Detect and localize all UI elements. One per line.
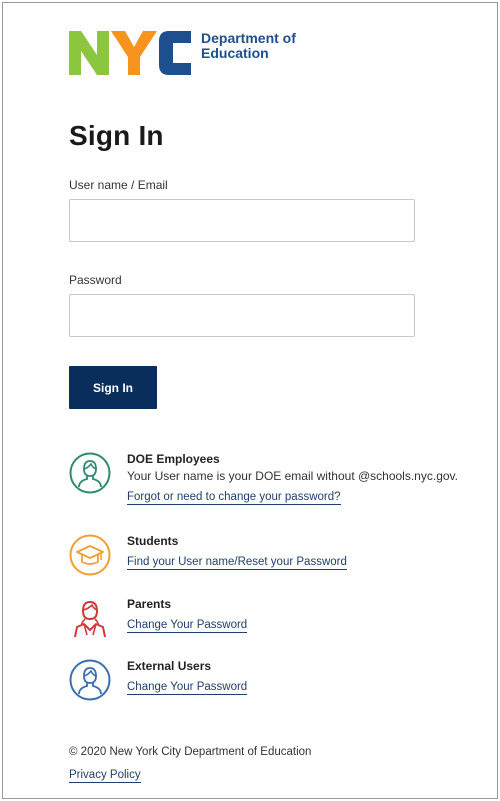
find-username-reset-password-link[interactable]: Find your User name/Reset your Password <box>127 555 347 570</box>
doe-employees-text: DOE Employees Your User name is your DOE… <box>127 452 467 505</box>
external-users-heading: External Users <box>127 659 212 673</box>
doe-employees-section: DOE Employees Your User name is your DOE… <box>69 452 469 514</box>
students-heading: Students <box>127 534 179 548</box>
password-label: Password <box>69 273 122 287</box>
logo-line-2: Education <box>201 45 269 61</box>
forgot-password-link[interactable]: Forgot or need to change your password? <box>127 490 341 505</box>
username-label: User name / Email <box>69 178 168 192</box>
parents-section: Parents Change Your Password <box>69 597 469 643</box>
external-users-text: External Users Change Your Password <box>127 659 467 695</box>
graduation-cap-icon <box>69 534 111 576</box>
parents-text: Parents Change Your Password <box>127 597 467 633</box>
copyright-text: © 2020 New York City Department of Educa… <box>69 746 312 758</box>
logo-wordmark: Department of Education <box>201 31 296 61</box>
external-users-section: External Users Change Your Password <box>69 659 469 705</box>
parents-heading: Parents <box>127 597 172 611</box>
doe-employees-description: Your User name is your DOE email without… <box>127 469 458 483</box>
doe-employees-heading: DOE Employees <box>127 452 220 466</box>
sign-in-button[interactable]: Sign In <box>69 366 157 409</box>
parent-icon <box>74 600 106 638</box>
external-change-password-link[interactable]: Change Your Password <box>127 680 248 695</box>
students-section: Students Find your User name/Reset your … <box>69 534 469 580</box>
password-input[interactable] <box>69 294 415 337</box>
privacy-policy-link[interactable]: Privacy Policy <box>69 768 141 783</box>
username-input[interactable] <box>69 199 415 242</box>
parents-change-password-link[interactable]: Change Your Password <box>127 618 248 633</box>
employee-icon <box>69 452 111 494</box>
page-title: Sign In <box>69 120 164 151</box>
logo-line-1: Department of <box>201 30 296 46</box>
students-text: Students Find your User name/Reset your … <box>127 534 467 570</box>
external-user-icon <box>69 659 111 701</box>
